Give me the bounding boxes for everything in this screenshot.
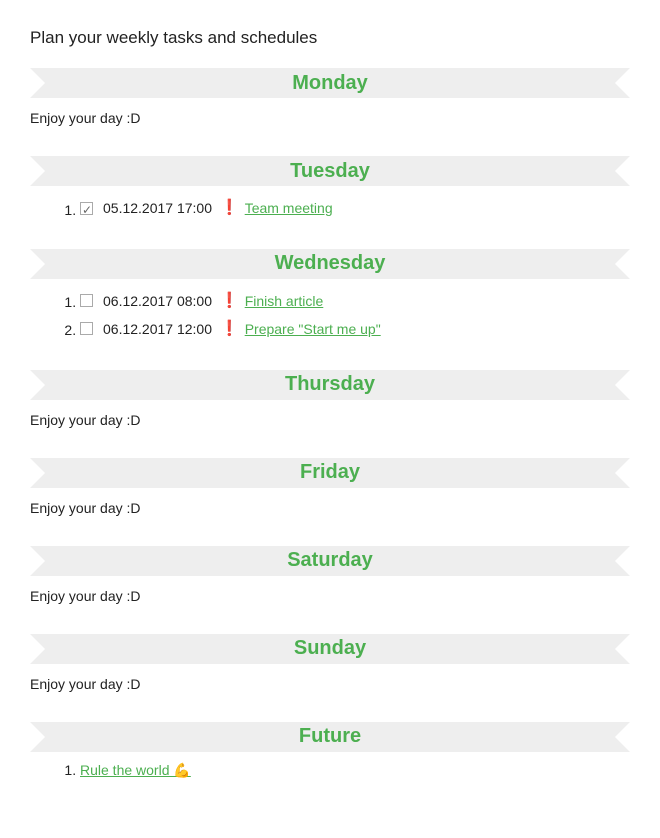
empty-day-text: Enjoy your day :D [30, 674, 630, 694]
day-header: Tuesday [30, 156, 630, 186]
exclamation-icon: ❗ [220, 289, 239, 313]
exclamation-icon: ❗ [220, 196, 239, 220]
task-checkbox[interactable] [80, 294, 93, 307]
task-link[interactable]: Finish article [245, 290, 324, 312]
day-header: Saturday [30, 546, 630, 576]
section-wednesday: Wednesday 06.12.2017 08:00 ❗ Finish arti… [30, 249, 630, 342]
day-header: Sunday [30, 634, 630, 664]
task-list: 06.12.2017 08:00 ❗ Finish article 06.12.… [30, 289, 630, 342]
day-name: Saturday [287, 549, 373, 572]
future-list: Rule the world 💪 [30, 762, 630, 779]
task-datetime: 05.12.2017 17:00 [103, 197, 212, 219]
day-name: Friday [300, 461, 360, 484]
day-header: Thursday [30, 370, 630, 400]
page-title: Plan your weekly tasks and schedules [30, 28, 630, 48]
section-friday: Friday Enjoy your day :D [30, 458, 630, 518]
task-row: 06.12.2017 08:00 ❗ Finish article [80, 289, 630, 314]
future-link[interactable]: Rule the world 💪 [80, 762, 191, 778]
day-name: Future [299, 725, 361, 748]
task-checkbox[interactable] [80, 322, 93, 335]
day-name: Thursday [285, 373, 375, 396]
task-row: 05.12.2017 17:00 ❗ Team meeting [80, 196, 630, 221]
task-datetime: 06.12.2017 08:00 [103, 290, 212, 312]
empty-day-text: Enjoy your day :D [30, 498, 630, 518]
empty-day-text: Enjoy your day :D [30, 108, 630, 128]
task-link[interactable]: Team meeting [245, 197, 333, 219]
day-name: Wednesday [275, 252, 386, 275]
task-link[interactable]: Prepare "Start me up" [245, 318, 381, 340]
task-datetime: 06.12.2017 12:00 [103, 318, 212, 340]
day-name: Tuesday [290, 160, 370, 183]
day-header: Friday [30, 458, 630, 488]
task-row: 06.12.2017 12:00 ❗ Prepare "Start me up" [80, 317, 630, 342]
section-sunday: Sunday Enjoy your day :D [30, 634, 630, 694]
section-future: Future Rule the world 💪 [30, 722, 630, 779]
day-name: Monday [292, 72, 368, 95]
section-saturday: Saturday Enjoy your day :D [30, 546, 630, 606]
section-thursday: Thursday Enjoy your day :D [30, 370, 630, 430]
day-header: Wednesday [30, 249, 630, 279]
future-item: Rule the world 💪 [80, 762, 630, 779]
section-tuesday: Tuesday 05.12.2017 17:00 ❗ Team meeting [30, 156, 630, 221]
empty-day-text: Enjoy your day :D [30, 586, 630, 606]
task-checkbox[interactable] [80, 202, 93, 215]
empty-day-text: Enjoy your day :D [30, 410, 630, 430]
exclamation-icon: ❗ [220, 317, 239, 341]
day-header: Monday [30, 68, 630, 98]
day-header: Future [30, 722, 630, 752]
task-list: 05.12.2017 17:00 ❗ Team meeting [30, 196, 630, 221]
day-name: Sunday [294, 637, 366, 660]
section-monday: Monday Enjoy your day :D [30, 68, 630, 128]
